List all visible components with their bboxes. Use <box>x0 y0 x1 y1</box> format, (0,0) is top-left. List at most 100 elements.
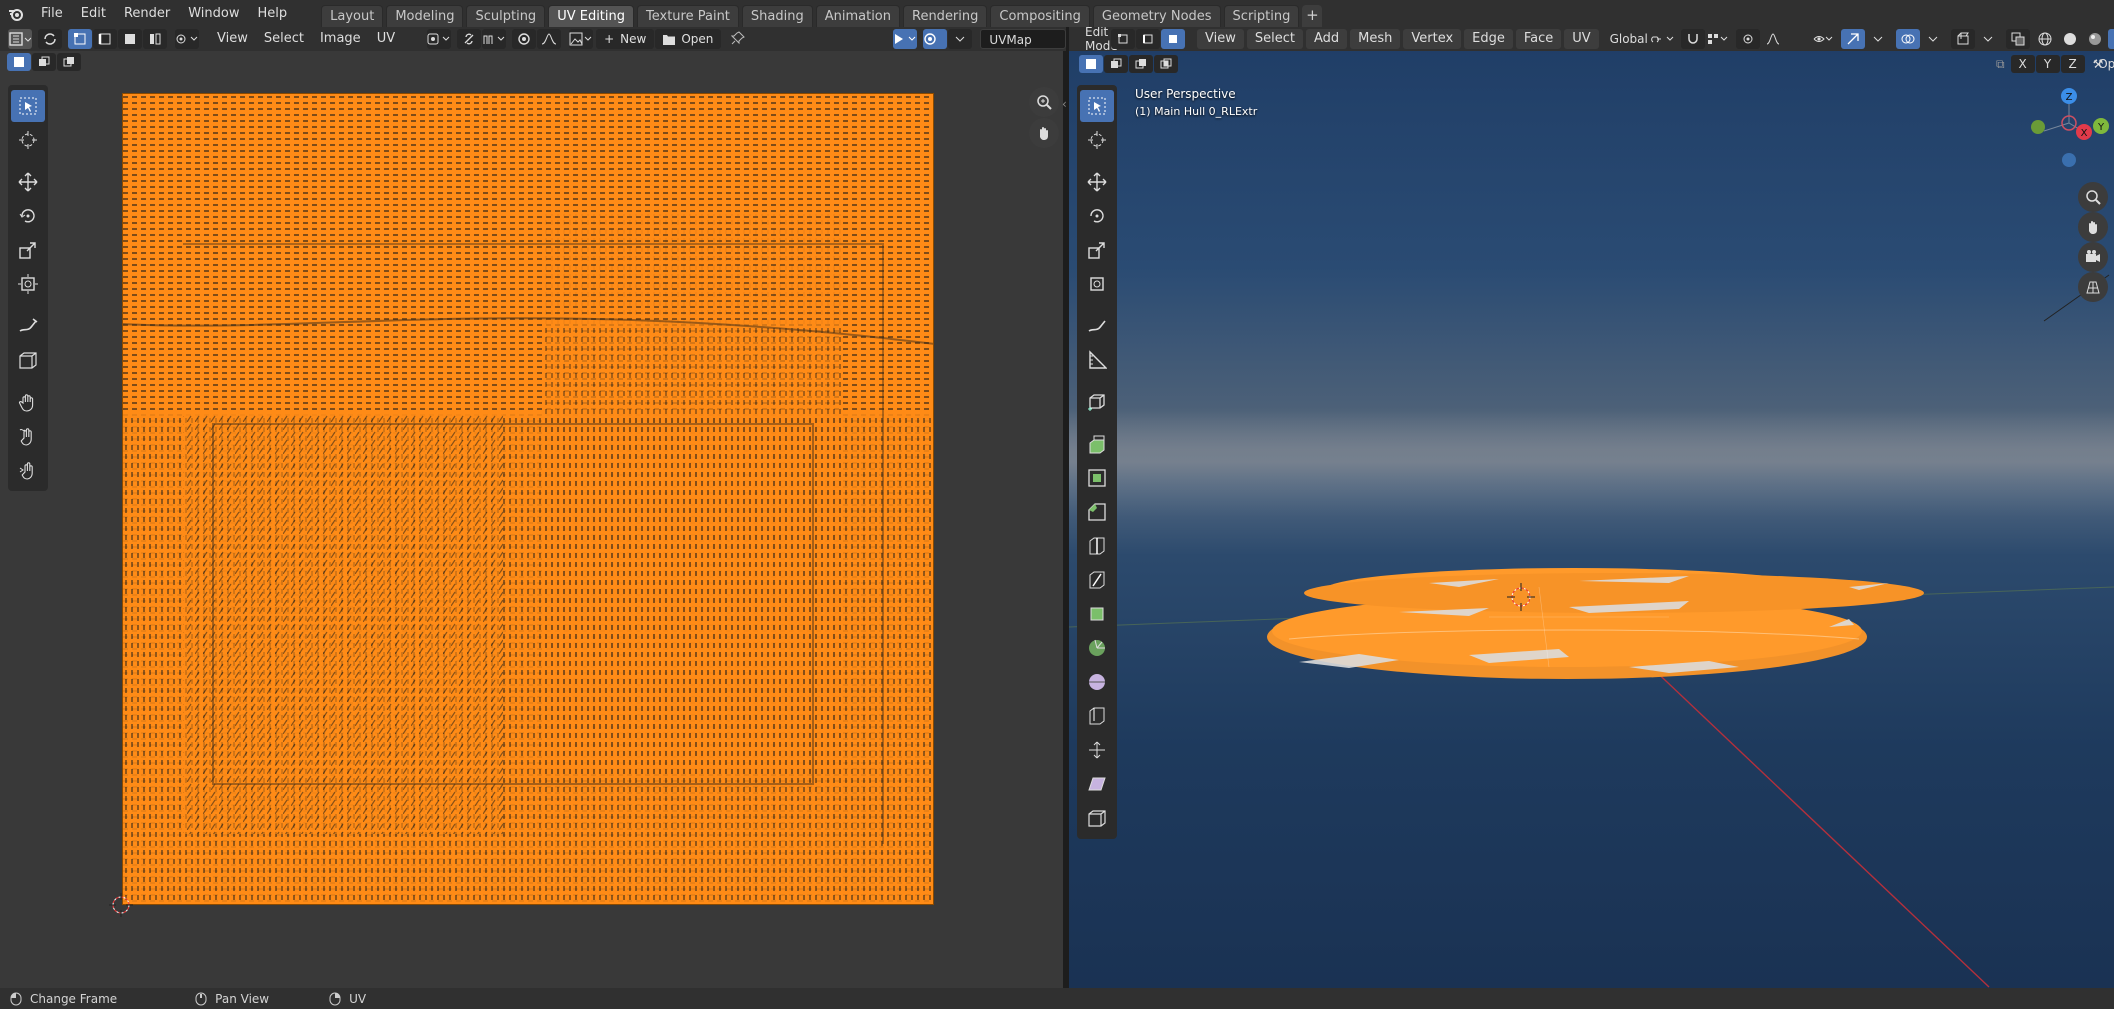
tool-pinch[interactable] <box>11 454 45 486</box>
vp-menu-add[interactable]: Add <box>1305 29 1348 49</box>
vp-face-select[interactable] <box>1161 29 1185 49</box>
vp-tool-knife[interactable] <box>1080 564 1114 596</box>
tool-annotate[interactable] <box>11 310 45 342</box>
vp-tool-smooth[interactable] <box>1080 666 1114 698</box>
overlays-dropdown[interactable] <box>1920 29 1945 49</box>
vp-tool-shrink-fatten[interactable] <box>1080 734 1114 766</box>
axis-lock-z[interactable]: Z <box>2060 55 2085 73</box>
tab-uv-editing[interactable]: UV Editing <box>548 5 635 27</box>
menu-window[interactable]: Window <box>179 3 248 25</box>
open-image-button[interactable]: Open <box>655 29 722 49</box>
menu-file[interactable]: File <box>32 3 72 25</box>
tool-cursor[interactable] <box>11 124 45 156</box>
uv-zoom-button[interactable] <box>1029 87 1059 117</box>
menu-render[interactable]: Render <box>115 3 179 25</box>
tool-rip[interactable] <box>11 344 45 376</box>
tab-compositing[interactable]: Compositing <box>990 5 1090 27</box>
vp-tool-move[interactable] <box>1080 166 1114 198</box>
axis-lock-x[interactable]: X <box>2010 55 2035 73</box>
vp-pan-button[interactable] <box>2078 212 2108 242</box>
vp-menu-edge[interactable]: Edge <box>1464 29 1513 49</box>
vp-tool-extrude[interactable] <box>1080 428 1114 460</box>
vp-ortho-toggle-button[interactable] <box>2078 272 2108 302</box>
pin-image-button[interactable] <box>731 30 746 48</box>
tool-rotate[interactable] <box>11 200 45 232</box>
vp-vertex-select[interactable] <box>1111 29 1135 49</box>
image-browse-dropdown[interactable] <box>569 29 594 49</box>
gizmo-neg-z-circle[interactable] <box>2062 153 2076 167</box>
vp-tool-rotate[interactable] <box>1080 200 1114 232</box>
tool-grab[interactable] <box>11 386 45 418</box>
tab-layout[interactable]: Layout <box>321 5 384 27</box>
mesh-overlays-dropdown[interactable] <box>1975 29 2000 49</box>
vp-tool-rip[interactable] <box>1080 802 1114 834</box>
vp-tool-bevel[interactable] <box>1080 496 1114 528</box>
overlays-toggle[interactable] <box>1895 29 1920 49</box>
gizmo-neg-y-circle[interactable] <box>2031 120 2045 134</box>
uv-menu-view[interactable]: View <box>209 29 256 49</box>
vp-menu-mesh[interactable]: Mesh <box>1350 29 1401 49</box>
tool-transform[interactable] <box>11 268 45 300</box>
vp-tool-edge-slide[interactable] <box>1080 700 1114 732</box>
select-mode-new[interactable] <box>7 53 31 71</box>
vp-zoom-button[interactable] <box>2078 182 2108 212</box>
tab-geometry-nodes[interactable]: Geometry Nodes <box>1092 5 1221 27</box>
proportional-edit-toggle[interactable] <box>1735 29 1760 49</box>
edge-select-button[interactable] <box>93 29 117 49</box>
snap-target-dropdown[interactable] <box>482 29 507 49</box>
mesh-edit-overlays-toggle[interactable] <box>1950 29 1975 49</box>
sticky-select-mode-dropdown[interactable] <box>175 29 199 49</box>
tab-shading[interactable]: Shading <box>741 5 813 27</box>
uv-menu-image[interactable]: Image <box>312 29 369 49</box>
sidebar-toggle-arrow-icon[interactable]: ‹ <box>1062 97 1067 111</box>
vertex-select-button[interactable] <box>68 29 92 49</box>
uv-pan-button[interactable] <box>1029 118 1059 148</box>
vp-tool-shear[interactable] <box>1080 768 1114 800</box>
vp-edge-select[interactable] <box>1136 29 1160 49</box>
vp-menu-face[interactable]: Face <box>1515 29 1562 49</box>
face-select-button[interactable] <box>118 29 142 49</box>
uv-overlay-dropdown[interactable] <box>948 29 973 49</box>
tab-texture-paint[interactable]: Texture Paint <box>637 5 739 27</box>
vp-tool-inset[interactable] <box>1080 462 1114 494</box>
tool-relax[interactable] <box>11 420 45 452</box>
vp-tool-scale[interactable] <box>1080 234 1114 266</box>
tab-rendering[interactable]: Rendering <box>903 5 988 27</box>
tool-select-box[interactable] <box>11 90 45 122</box>
select-mode-extend[interactable] <box>32 53 56 71</box>
uv-menu-uv[interactable]: UV <box>369 29 403 49</box>
vp-select-subtract[interactable] <box>1129 55 1153 73</box>
snap-element-dropdown[interactable] <box>1705 29 1730 49</box>
tool-move[interactable] <box>11 166 45 198</box>
vp-select-extend[interactable] <box>1104 55 1128 73</box>
vp-camera-button[interactable] <box>2078 242 2108 272</box>
proportional-edit-button[interactable] <box>512 29 537 49</box>
vp-select-intersect[interactable] <box>1154 55 1178 73</box>
blender-logo-icon[interactable] <box>6 4 26 24</box>
shading-wireframe[interactable] <box>2032 29 2057 49</box>
uv-overlay-toggle[interactable] <box>923 29 948 49</box>
menu-help[interactable]: Help <box>249 3 297 25</box>
falloff-dropdown[interactable] <box>537 29 562 49</box>
vp-select-new[interactable] <box>1079 55 1103 73</box>
add-workspace-button[interactable]: + <box>1302 5 1323 27</box>
pivot-point-dropdown[interactable] <box>427 29 452 49</box>
snap-toggle[interactable] <box>1680 29 1705 49</box>
vp-tool-poly-build[interactable] <box>1080 598 1114 630</box>
interaction-mode-dropdown[interactable]: Edit Mode <box>1073 27 1118 53</box>
gizmo-toggle[interactable] <box>1840 29 1865 49</box>
uv-menu-select[interactable]: Select <box>256 29 312 49</box>
shading-rendered[interactable] <box>2107 29 2114 49</box>
select-mode-subtract[interactable] <box>57 53 81 71</box>
shading-solid[interactable] <box>2057 29 2082 49</box>
vp-tool-annotate[interactable] <box>1080 310 1114 342</box>
uv-image-canvas[interactable] <box>122 93 934 905</box>
menu-edit[interactable]: Edit <box>72 3 115 25</box>
pivot-dropdown[interactable] <box>1650 29 1675 49</box>
xray-toggle[interactable] <box>2005 29 2030 49</box>
vp-tool-spin[interactable] <box>1080 632 1114 664</box>
vp-tool-add-cube[interactable] <box>1080 386 1114 418</box>
proportional-falloff[interactable] <box>1760 29 1785 49</box>
gizmo-dropdown[interactable] <box>1865 29 1890 49</box>
3d-viewport[interactable]: Edit Mode View Select Add Mesh Vertex Ed… <box>1069 27 2114 988</box>
